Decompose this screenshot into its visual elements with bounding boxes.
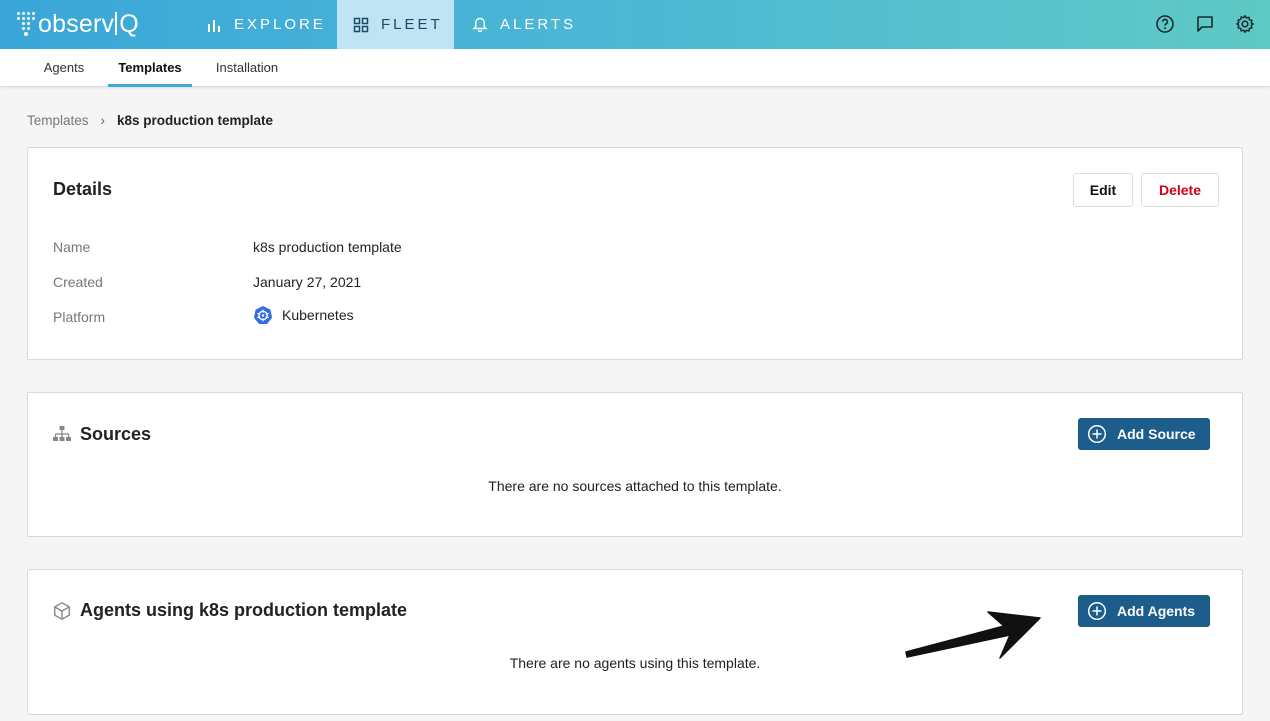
edit-button[interactable]: Edit (1073, 173, 1133, 207)
breadcrumb: Templates › k8s production template (27, 113, 273, 128)
help-icon[interactable] (1154, 13, 1176, 35)
breadcrumb-templates-link[interactable]: Templates (27, 113, 89, 128)
add-agents-button[interactable]: Add Agents (1078, 595, 1210, 627)
plus-circle-icon (1087, 424, 1107, 444)
sub-nav: Agents Templates Installation (0, 49, 1270, 87)
agents-title: Agents using k8s production template (80, 600, 408, 620)
nav-alerts-label: ALERTS (500, 16, 577, 33)
nav-fleet[interactable]: FLEET (337, 0, 454, 49)
top-bar: observ Q EXPLORE FLEET ALERTS (0, 0, 1270, 49)
details-title: Details (53, 179, 113, 199)
chevron-right-icon: › (100, 113, 106, 128)
tab-installation[interactable]: Installation (202, 49, 292, 87)
sources-card: Sources Add Source There are no sources … (27, 392, 1243, 537)
agents-card: Agents using k8s production template Add… (27, 569, 1243, 715)
plus-circle-icon (1087, 601, 1107, 621)
platform-value: Kubernetes (253, 305, 354, 325)
agents-empty-message: There are no agents using this template. (509, 655, 761, 671)
kubernetes-icon (254, 306, 272, 324)
sources-empty-message: There are no sources attached to this te… (488, 478, 782, 494)
feedback-icon[interactable] (1194, 13, 1216, 35)
tab-templates[interactable]: Templates (108, 49, 192, 87)
add-source-button[interactable]: Add Source (1078, 418, 1210, 450)
breadcrumb-current: k8s production template (117, 113, 274, 128)
bar-chart-icon (208, 19, 220, 32)
sources-title: Sources (80, 424, 152, 444)
created-label: Created (53, 274, 103, 290)
settings-icon[interactable] (1234, 13, 1256, 35)
logo-text: observ Q (38, 9, 139, 38)
name-value: k8s production template (253, 239, 402, 255)
annotation-arrow-icon (905, 611, 1041, 659)
name-label: Name (53, 239, 91, 255)
nav-explore[interactable]: EXPLORE (206, 0, 334, 49)
details-card: Details Edit Delete Name k8s production … (27, 147, 1243, 360)
nav-fleet-label: FLEET (381, 16, 443, 33)
nav-alerts[interactable]: ALERTS (472, 0, 582, 49)
platform-label: Platform (53, 309, 106, 325)
grid-icon (353, 17, 369, 32)
hierarchy-icon (53, 426, 71, 441)
delete-button[interactable]: Delete (1141, 173, 1219, 207)
cube-icon (54, 602, 70, 620)
nav-explore-label: EXPLORE (234, 16, 326, 33)
logo-mark-icon (16, 10, 36, 38)
tab-agents[interactable]: Agents (30, 49, 98, 87)
bell-icon (472, 17, 488, 32)
created-value: January 27, 2021 (253, 274, 362, 290)
observiq-logo[interactable]: observ Q (16, 8, 139, 40)
